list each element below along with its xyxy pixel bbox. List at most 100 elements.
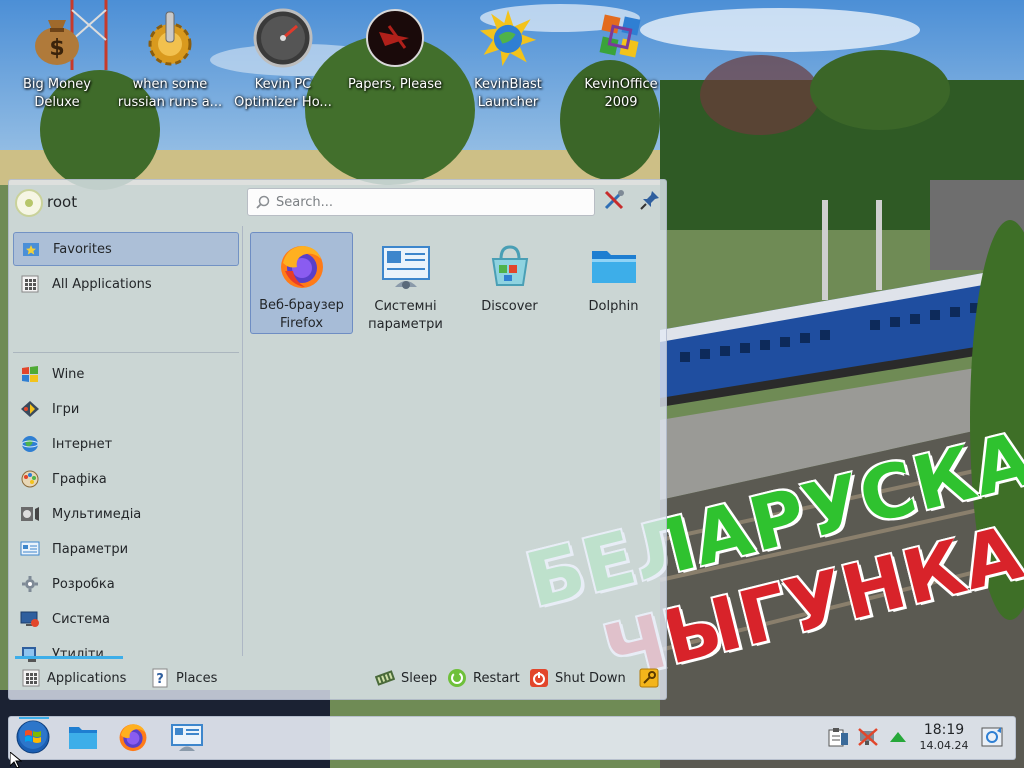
help-icon: ? <box>150 668 170 688</box>
clock[interactable]: 18:19 14.04.24 <box>914 722 974 753</box>
tab-applications-label: Applications <box>47 670 127 686</box>
category-separator <box>13 352 239 353</box>
svg-text:$: $ <box>49 36 64 61</box>
favorites-grid: Веб-браузер Firefox Системні параметри D… <box>249 232 666 652</box>
network-disconnected-icon <box>857 727 879 751</box>
wine-icon <box>18 363 42 385</box>
start-menu-footer: Applications ? Places Sleep Restart Shut… <box>9 656 666 700</box>
category-label: Ігри <box>52 401 80 417</box>
category-label: Мультимедіа <box>52 506 142 522</box>
desktop-icon-label: KevinOffice 2009 <box>584 77 658 110</box>
grid-icon <box>18 273 42 295</box>
active-tab-indicator <box>15 656 123 659</box>
category-internet[interactable]: Інтернет <box>13 427 239 461</box>
category-multimedia[interactable]: Мультимедіа <box>13 497 239 531</box>
folder-icon <box>588 240 640 292</box>
settings-icon <box>18 538 42 560</box>
lock-button[interactable] <box>639 666 659 690</box>
app-firefox[interactable]: Веб-браузер Firefox <box>250 232 353 334</box>
desktop-icon-big-money-deluxe[interactable]: $ Big Money Deluxe <box>2 8 112 118</box>
category-wine[interactable]: Wine <box>13 357 239 391</box>
category-list: Favorites All Applications Wine Ігри Інт… <box>9 226 243 662</box>
sleep-label: Sleep <box>401 670 438 686</box>
app-label: Dolphin <box>588 299 639 314</box>
category-graphics[interactable]: Графіка <box>13 462 239 496</box>
money-bag-icon: $ <box>27 8 87 68</box>
discover-icon <box>484 240 536 292</box>
taskbar-firefox[interactable] <box>115 721 151 757</box>
firefox-icon <box>276 241 328 291</box>
desktop-icon-label: KevinBlast Launcher <box>474 77 542 110</box>
clock-time: 18:19 <box>923 722 965 738</box>
games-icon <box>18 398 42 420</box>
desktop-icon-kevinblast-launcher[interactable]: KevinBlast Launcher <box>453 8 563 118</box>
category-label: Параметри <box>52 541 129 557</box>
star-folder-icon <box>19 238 43 260</box>
desktop-icon-label: Papers, Please <box>347 77 443 92</box>
user-avatar[interactable] <box>15 189 43 217</box>
app-label: Discover <box>481 299 538 314</box>
speedometer-icon <box>253 8 313 68</box>
show-desktop-icon <box>980 725 1004 753</box>
power-icon <box>529 668 549 688</box>
papers-please-icon <box>365 8 425 68</box>
globe-icon <box>18 433 42 455</box>
taskbar-active-indicator <box>19 717 49 719</box>
search-icon <box>256 195 270 213</box>
category-label: All Applications <box>52 276 152 292</box>
clipboard-icon <box>827 727 849 751</box>
category-development[interactable]: Розробка <box>13 567 239 601</box>
grid-icon <box>21 668 41 688</box>
tray-expand-button[interactable] <box>886 728 910 750</box>
search-box[interactable] <box>247 188 595 216</box>
search-input[interactable] <box>276 192 586 212</box>
desktop-icon-russian-runs[interactable]: when some russian runs a... <box>115 8 225 118</box>
app-label: Веб-браузер Firefox <box>259 298 344 331</box>
taskbar-dolphin[interactable] <box>65 721 101 757</box>
shutdown-button[interactable]: Shut Down <box>529 666 626 690</box>
app-system-settings[interactable]: Системні параметри <box>354 232 457 334</box>
category-favorites[interactable]: Favorites <box>13 232 239 266</box>
tab-applications[interactable]: Applications <box>21 666 126 690</box>
restart-icon <box>447 668 467 688</box>
desktop-icon-kevin-pc-optimizer[interactable]: Kevin PC Optimizer Ho... <box>228 8 338 118</box>
sleep-button[interactable]: Sleep <box>375 666 437 690</box>
tray-network[interactable] <box>856 728 880 750</box>
office-logo-icon <box>591 8 651 68</box>
tray-clipboard[interactable] <box>826 728 850 750</box>
category-label: Wine <box>52 366 85 382</box>
mouse-cursor-icon <box>9 750 23 768</box>
tab-places-label: Places <box>176 670 218 686</box>
restart-label: Restart <box>473 670 520 686</box>
shutdown-label: Shut Down <box>555 670 626 686</box>
app-dolphin[interactable]: Dolphin <box>562 232 665 334</box>
show-desktop-button[interactable] <box>979 726 1005 752</box>
category-settings[interactable]: Параметри <box>13 532 239 566</box>
desktop-icon-label: when some russian runs a... <box>117 77 223 110</box>
sleep-icon <box>375 668 395 688</box>
category-label: Інтернет <box>52 436 113 452</box>
configure-button[interactable] <box>600 188 628 216</box>
tab-places[interactable]: ? Places <box>150 666 217 690</box>
category-games[interactable]: Ігри <box>13 392 239 426</box>
category-label: Розробка <box>52 576 115 592</box>
category-system[interactable]: Система <box>13 602 239 636</box>
pin-button[interactable] <box>636 188 664 216</box>
clock-date: 14.04.24 <box>919 739 969 752</box>
desktop-icon-papers-please[interactable]: Papers, Please <box>340 8 450 118</box>
arrow-up-icon <box>889 730 907 748</box>
globe-burst-icon <box>478 8 538 68</box>
desktop-icon-kevinoffice-2009[interactable]: KevinOffice 2009 <box>566 8 676 118</box>
restart-button[interactable]: Restart <box>447 666 520 690</box>
desktop-icon-label: Kevin PC Optimizer Ho... <box>234 77 332 110</box>
firefox-icon <box>117 721 149 757</box>
taskbar-system-settings[interactable] <box>169 721 205 757</box>
app-discover[interactable]: Discover <box>458 232 561 334</box>
gear-icon <box>140 8 200 68</box>
system-icon <box>18 608 42 630</box>
start-menu: root Search... Favorites All Application… <box>8 179 667 700</box>
graphics-icon <box>18 468 42 490</box>
category-label: Система <box>52 611 111 627</box>
system-settings-icon <box>380 240 432 292</box>
category-all-applications[interactable]: All Applications <box>13 267 239 301</box>
